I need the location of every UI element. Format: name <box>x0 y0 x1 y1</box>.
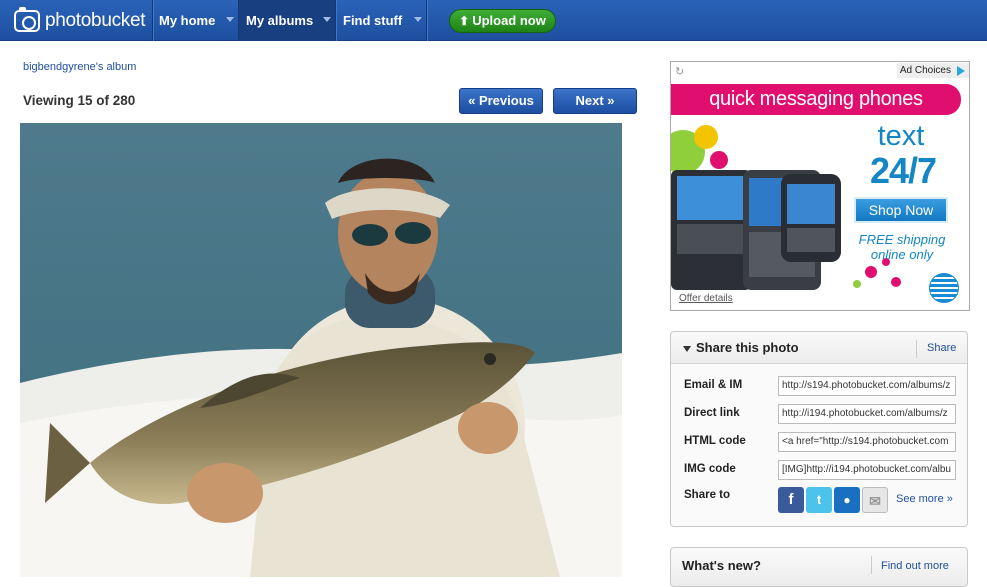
previous-button[interactable]: « Previous <box>459 88 543 114</box>
ad-free-line1: FREE shipping <box>858 232 946 247</box>
share-link[interactable]: Share <box>927 342 956 354</box>
top-nav-bar: photobucket My home My albums Find stuff… <box>0 0 987 41</box>
img-code-label: IMG code <box>684 463 736 475</box>
photobucket-logo[interactable]: photobucket <box>14 7 146 34</box>
brand-name: photobucket <box>45 10 146 31</box>
facebook-icon[interactable]: f <box>778 487 804 513</box>
upload-now-button[interactable]: ⬆ Upload now <box>449 9 556 33</box>
fishing-photo-image <box>20 123 622 577</box>
ad-headline: quick messaging phones <box>671 84 961 115</box>
whats-new-panel: What's new? Find out more <box>670 547 968 587</box>
nav-my-albums-label: My albums <box>246 13 314 28</box>
advertisement[interactable]: ↻ Ad Choices quick messaging phones text… <box>670 61 970 311</box>
album-link[interactable]: bigbendgyrene's album <box>23 61 136 73</box>
camera-icon <box>14 7 40 32</box>
chevron-down-icon[interactable] <box>226 17 234 22</box>
ad-choices-button[interactable]: Ad Choices <box>896 63 969 78</box>
shop-now-button[interactable]: Shop Now <box>854 197 948 223</box>
share-panel-header[interactable]: Share this photo Share <box>671 332 967 364</box>
find-out-more-link[interactable]: Find out more <box>881 560 949 572</box>
twitter-icon[interactable]: t <box>806 487 832 513</box>
html-code-label: HTML code <box>684 435 746 447</box>
direct-link-label: Direct link <box>684 407 740 419</box>
email-im-field[interactable]: http://s194.photobucket.com/albums/z <box>778 376 956 396</box>
email-im-label: Email & IM <box>684 379 743 391</box>
html-code-field[interactable]: <a href="http://s194.photobucket.com <box>778 432 956 452</box>
nav-divider <box>426 0 427 41</box>
chevron-down-icon[interactable] <box>414 17 422 22</box>
ad-free-shipping: FREE shipping online only <box>847 232 957 262</box>
header-divider <box>871 556 872 574</box>
nav-my-home[interactable]: My home <box>152 0 238 41</box>
ad-247: 24/7 <box>869 150 937 191</box>
offer-details-link[interactable]: Offer details <box>679 293 733 304</box>
next-button[interactable]: Next » <box>553 88 637 114</box>
viewing-counter: Viewing 15 of 280 <box>23 93 136 108</box>
nav-my-albums[interactable]: My albums <box>239 0 335 41</box>
replay-icon[interactable]: ↻ <box>675 65 684 78</box>
share-panel: Share this photo Share Email & IM http:/… <box>670 331 968 527</box>
arrow-up-icon: ⬆ <box>459 14 470 28</box>
ad-free-line2: online only <box>870 247 934 262</box>
album-photo[interactable] <box>20 123 622 577</box>
see-more-link[interactable]: See more » <box>896 493 953 505</box>
ad-text-word: text <box>877 120 925 152</box>
share-to-label: Share to <box>684 489 731 501</box>
nav-my-home-label: My home <box>159 13 216 28</box>
nav-find-stuff[interactable]: Find stuff <box>336 0 426 41</box>
img-code-field[interactable]: [IMG]http://i194.photobucket.com/albu <box>778 460 956 480</box>
share-panel-title: Share this photo <box>696 340 799 355</box>
direct-link-field[interactable]: http://i194.photobucket.com/albums/z <box>778 404 956 424</box>
nav-find-stuff-label: Find stuff <box>343 13 403 28</box>
email-envelope-icon[interactable]: ✉ <box>862 487 888 513</box>
upload-now-label: Upload now <box>472 13 546 28</box>
att-globe-icon <box>929 273 959 303</box>
whats-new-title: What's new? <box>682 558 761 573</box>
collapse-triangle-icon[interactable] <box>683 346 691 352</box>
header-divider <box>916 340 917 358</box>
myspace-icon[interactable]: ● <box>834 487 860 513</box>
chevron-down-icon[interactable] <box>323 17 331 22</box>
